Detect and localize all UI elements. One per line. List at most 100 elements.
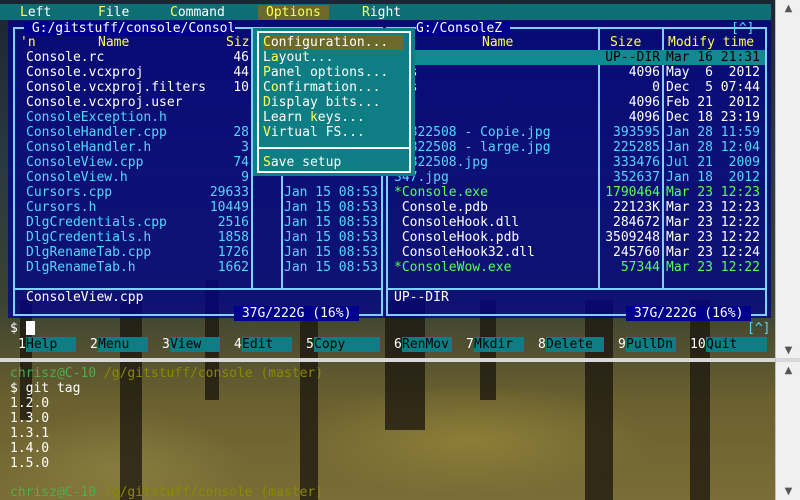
file-row[interactable]: Cursors.cpp xyxy=(26,185,112,200)
file-date: Dec 18 23:19 xyxy=(666,110,760,125)
menu-item-save-setup[interactable]: Save setup xyxy=(263,155,403,170)
file-size: 245760 xyxy=(613,245,660,260)
prompt-line-2: chrisz@C-10 /g/gitstuff/console (master) xyxy=(10,485,324,500)
right-disk-info: 37G/222G (16%) xyxy=(626,306,752,321)
file-row[interactable]: *ConsoleWow.exe xyxy=(394,260,511,275)
fkey-pulldn-button[interactable]: PullDn xyxy=(626,337,676,352)
file-date: Dec 5 07:44 xyxy=(666,80,760,95)
file-size: 333476 xyxy=(613,155,660,170)
lower-console: chrisz@C-10 /g/gitstuff/console (master)… xyxy=(0,362,775,500)
options-dropdown-menu: Configuration... Layout... Panel options… xyxy=(253,28,415,176)
file-date: Mar 23 12:22 xyxy=(666,230,760,245)
file-date: Jan 28 12:04 xyxy=(666,140,760,155)
file-date: Jan 28 11:59 xyxy=(666,125,760,140)
file-row[interactable]: Console.vcxproj.user xyxy=(26,95,183,110)
fkey-help-button[interactable]: Help xyxy=(26,337,76,352)
left-col-size: Siz xyxy=(226,35,250,50)
menu-right[interactable]: Right xyxy=(362,5,401,20)
fkey-number: 4 xyxy=(234,337,242,352)
file-size: 3509248 xyxy=(605,230,660,245)
file-size: 22123K xyxy=(613,200,660,215)
menu-item-display-bits[interactable]: Display bits... xyxy=(263,95,403,110)
fkey-edit-button[interactable]: Edit xyxy=(242,337,292,352)
menu-item-configuration[interactable]: Configuration... xyxy=(263,35,403,50)
file-date: Mar 23 12:22 xyxy=(666,260,760,275)
left-disk-info: 37G/222G (16%) xyxy=(234,306,360,321)
file-row[interactable]: Console.rc xyxy=(26,50,104,65)
file-row[interactable]: Console.vcxproj.filters xyxy=(26,80,206,95)
vertical-scrollbar[interactable]: ▲ ▼ ▲ ▼ xyxy=(775,0,800,500)
file-row[interactable]: ConsoleHook.pdb xyxy=(394,230,519,245)
file-row[interactable]: ConsoleView.h xyxy=(26,170,128,185)
menu-file[interactable]: File xyxy=(98,5,129,20)
scroll-up-arrow-icon[interactable]: ▲ xyxy=(776,0,800,17)
file-row[interactable]: 32822508 - large.jpg xyxy=(394,140,551,155)
fkey-number: 5 xyxy=(306,337,314,352)
file-size: 225285 xyxy=(613,140,660,155)
menu-item-learn-keys[interactable]: Learn keys... xyxy=(263,110,403,125)
file-size: 1726 xyxy=(217,245,249,260)
file-row[interactable]: ConsoleHandler.cpp xyxy=(26,125,167,140)
menu-item-panel-options[interactable]: Panel options... xyxy=(263,65,403,80)
file-size: 4096 xyxy=(628,110,660,125)
file-size: 74 xyxy=(233,155,249,170)
file-date: Jan 15 08:53 xyxy=(284,215,378,230)
file-size: 1790464 xyxy=(605,185,660,200)
menu-item-confirmation[interactable]: Confirmation... xyxy=(263,80,403,95)
left-col-n: 'n xyxy=(20,35,36,50)
file-size: 10 xyxy=(233,80,249,95)
right-panel-scroll-marker[interactable]: [^] xyxy=(731,21,754,36)
file-row[interactable]: ConsoleException.h xyxy=(26,110,167,125)
command-line-cursor[interactable] xyxy=(26,321,35,335)
menu-item-layout[interactable]: Layout... xyxy=(263,50,403,65)
file-row[interactable]: ConsoleView.cpp xyxy=(26,155,143,170)
scroll-down-arrow-icon[interactable]: ▼ xyxy=(776,483,800,500)
fkey-quit-button[interactable]: Quit xyxy=(706,337,767,352)
file-row[interactable]: Cursors.h xyxy=(26,200,96,215)
right-file-panel: G:/ConsoleZ [^] Name Size Modify time UP… xyxy=(386,20,771,321)
command-scroll-marker[interactable]: [^] xyxy=(747,321,770,336)
fkey-number: 3 xyxy=(162,337,170,352)
fkey-view-button[interactable]: View xyxy=(170,337,220,352)
file-row[interactable]: ConsoleHook32.dll xyxy=(394,245,535,260)
tag-output: 1.3.0 xyxy=(10,411,50,426)
file-size: 1858 xyxy=(217,230,249,245)
tag-output: 1.5.0 xyxy=(10,456,50,471)
file-row[interactable]: DlgCredentials.h xyxy=(26,230,151,245)
file-size: 9 xyxy=(241,170,249,185)
fkey-mkdir-button[interactable]: Mkdir xyxy=(474,337,524,352)
fkey-menu-button[interactable]: Menu xyxy=(98,337,148,352)
file-row[interactable]: DlgCredentials.cpp xyxy=(26,215,167,230)
fkey-delete-button[interactable]: Delete xyxy=(546,337,604,352)
menu-options[interactable]: Options xyxy=(258,5,329,20)
fkey-renmov-button[interactable]: RenMov xyxy=(402,337,452,352)
file-date: Jan 15 08:53 xyxy=(284,185,378,200)
file-date: Mar 23 12:23 xyxy=(666,185,760,200)
command-prompt: $ xyxy=(10,321,18,336)
left-col-name: Name xyxy=(98,35,130,50)
file-row[interactable]: *Console.exe xyxy=(394,185,488,200)
file-size: UP--DIR xyxy=(605,50,660,65)
fkey-number: 2 xyxy=(90,337,98,352)
file-size: 1662 xyxy=(217,260,249,275)
file-row[interactable]: Console.vcxproj xyxy=(26,65,143,80)
function-key-bar: 1 Help 2 Menu 3 View 4 Edit 5 Copy 6 RenMov 7 Mkdir 8 D… xyxy=(0,337,771,352)
file-row[interactable]: 32822508 - Copie.jpg xyxy=(394,125,551,140)
tag-output: 1.4.0 xyxy=(10,441,50,456)
fkey-number: 1 xyxy=(18,337,26,352)
fkey-copy-button[interactable]: Copy xyxy=(314,337,380,352)
file-row[interactable]: DlgRenameTab.cpp xyxy=(26,245,151,260)
right-col-size: Size xyxy=(610,35,642,50)
file-row[interactable]: ConsoleHandler.h xyxy=(26,140,151,155)
file-row[interactable]: Console.pdb xyxy=(394,200,488,215)
file-row[interactable]: ConsoleHook.dll xyxy=(394,215,519,230)
git-command: $ git tag xyxy=(10,381,81,396)
file-size: 10449 xyxy=(209,200,249,215)
right-col-name: Name xyxy=(482,35,514,50)
menu-left[interactable]: Left xyxy=(20,5,51,20)
menu-item-virtual-fs[interactable]: Virtual FS... xyxy=(263,125,403,140)
file-row[interactable]: DlgRenameTab.h xyxy=(26,260,136,275)
menu-command[interactable]: Command xyxy=(170,5,225,20)
scroll-down-arrow-icon[interactable]: ▼ xyxy=(776,342,800,359)
scroll-up-arrow-icon[interactable]: ▲ xyxy=(776,362,800,379)
